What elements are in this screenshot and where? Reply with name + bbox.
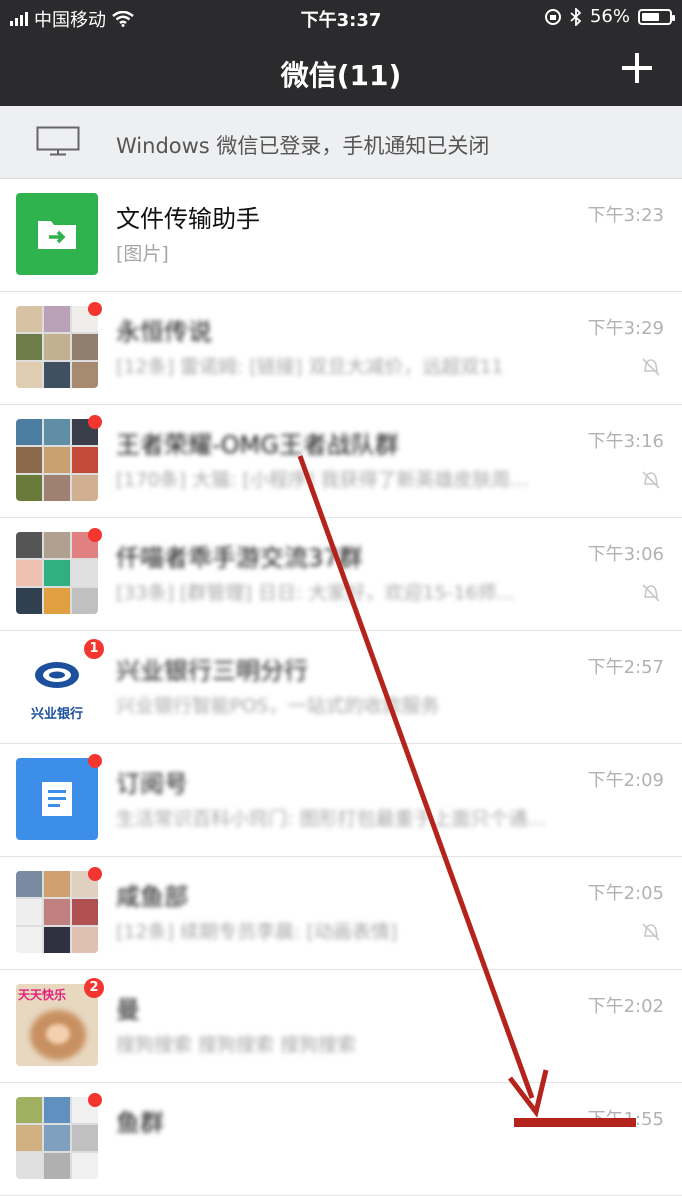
subscription-icon — [42, 782, 72, 816]
chat-time: 下午1:55 — [587, 1109, 664, 1130]
nav-bar: 微信(11) — [0, 34, 682, 106]
chat-time: 下午2:57 — [587, 657, 664, 678]
battery-percent: 56% — [589, 6, 630, 27]
plus-icon[interactable] — [620, 51, 654, 85]
chat-preview: 兴业银行智能POS，一站式的收款服务 — [116, 695, 440, 717]
chat-row[interactable]: 永恒传说 [12条] 雷诺姆: [链接] 双旦大减价，远超双11 下午3:29 — [0, 292, 682, 405]
desktop-login-banner[interactable]: Windows 微信已登录，手机通知已关闭 — [0, 106, 682, 179]
chat-row[interactable]: 王者荣耀-OMG王者战队群 [170条] 大猫: [小程序] 我获得了新英雄皮肤… — [0, 405, 682, 518]
chat-name: 仟喵者乖手游交流37群 — [116, 544, 363, 572]
chat-preview: [12条] 续期专员李晨: [动画表情] — [116, 921, 398, 943]
unread-dot — [88, 528, 102, 542]
chat-row[interactable]: 仟喵者乖手游交流37群 [33条] [群管理] 日日: 大家好，欢迎15-16师… — [0, 518, 682, 631]
chat-name: 曼 — [116, 996, 140, 1024]
unread-dot — [88, 415, 102, 429]
mute-bell-icon — [642, 471, 660, 489]
chat-name: 订阅号 — [116, 770, 188, 798]
chat-preview: [图片] — [116, 243, 169, 265]
status-bar: 中国移动 下午3:37 56% — [0, 0, 682, 34]
unread-dot — [88, 302, 102, 316]
chat-name: 王者荣耀-OMG王者战队群 — [116, 431, 399, 459]
chat-preview: [170条] 大猫: [小程序] 我获得了新英雄皮肤周... — [116, 469, 529, 491]
unread-dot — [88, 867, 102, 881]
bank-logo-avatar: 兴业银行 1 — [16, 639, 104, 727]
desktop-login-text: Windows 微信已登录，手机通知已关闭 — [116, 134, 490, 158]
chat-name: 兴业银行三明分行 — [116, 657, 308, 685]
chat-preview: [12条] 雷诺姆: [链接] 双旦大减价，远超双11 — [116, 356, 504, 378]
group-avatar — [16, 415, 102, 501]
chat-preview: [33条] [群管理] 日日: 大家好，欢迎15-16师... — [116, 582, 515, 604]
unread-badge: 1 — [84, 639, 104, 659]
chat-row[interactable]: 天天快乐 2 曼 搜狗搜索 搜狗搜索 搜狗搜索 下午2:02 — [0, 970, 682, 1083]
group-avatar — [16, 867, 102, 953]
person-avatar: 天天快乐 2 — [16, 978, 104, 1066]
mute-bell-icon — [642, 584, 660, 602]
chat-name: 咸鱼部 — [116, 883, 188, 911]
chat-row[interactable]: 订阅号 生活常识百科小窍门: 图形打包最重于上面只个通... 下午2:09 — [0, 744, 682, 857]
chat-time: 下午2:09 — [587, 770, 664, 791]
bank-logo-text: 兴业银行 — [30, 707, 83, 722]
unread-badge: 2 — [84, 978, 104, 998]
chat-preview: 生活常识百科小窍门: 图形打包最重于上面只个通... — [116, 808, 546, 830]
folder-arrow-icon — [38, 221, 76, 249]
chat-list: 文件传输助手 [图片] 下午3:23 永恒传说 [12条] 雷诺姆: [链接] … — [0, 179, 682, 1196]
battery-icon — [638, 8, 675, 25]
chat-row-file-transfer[interactable]: 文件传输助手 [图片] 下午3:23 — [0, 179, 682, 292]
chat-row[interactable]: 咸鱼部 [12条] 续期专员李晨: [动画表情] 下午2:05 — [0, 857, 682, 970]
unread-dot — [88, 1093, 102, 1107]
chat-name: 文件传输助手 — [116, 205, 260, 233]
unread-dot — [88, 754, 102, 768]
group-avatar — [16, 302, 102, 388]
page-title: 微信(11) — [280, 59, 402, 92]
chat-name: 永恒传说 — [116, 318, 212, 346]
chat-time: 下午3:16 — [587, 431, 664, 452]
chat-name: 鱼群 — [116, 1109, 164, 1137]
chat-preview: 搜狗搜索 搜狗搜索 搜狗搜索 — [116, 1034, 357, 1056]
group-avatar — [16, 528, 102, 614]
bluetooth-icon — [570, 7, 582, 26]
avatar-caption: 天天快乐 — [18, 988, 67, 1002]
chat-time: 下午3:06 — [587, 544, 664, 565]
mute-bell-icon — [642, 358, 660, 376]
chat-time: 下午3:29 — [587, 318, 664, 339]
orientation-lock-icon — [544, 8, 561, 25]
desktop-monitor-icon — [36, 126, 80, 156]
chat-row[interactable]: 鱼群 下午1:55 — [0, 1083, 682, 1196]
file-transfer-avatar — [16, 193, 98, 275]
mute-bell-icon — [642, 923, 660, 941]
chat-row[interactable]: 兴业银行 1 兴业银行三明分行 兴业银行智能POS，一站式的收款服务 下午2:5… — [0, 631, 682, 744]
group-avatar — [16, 1093, 102, 1179]
status-right: 56% — [544, 6, 675, 27]
chat-time: 下午2:02 — [587, 996, 664, 1017]
chat-time: 下午2:05 — [587, 883, 664, 904]
subscription-avatar — [16, 754, 102, 840]
chat-time: 下午3:23 — [587, 205, 664, 226]
